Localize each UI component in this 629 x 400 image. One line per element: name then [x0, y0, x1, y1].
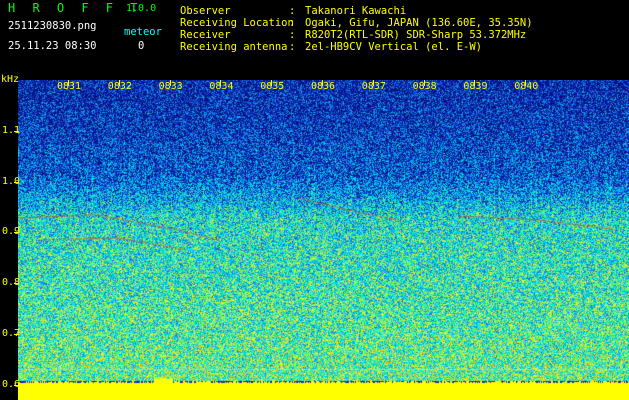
field-label-receiver: Receiver — [180, 29, 231, 41]
field-label-location: Receiving Location — [180, 17, 294, 29]
field-sep-antenna: : — [289, 41, 296, 53]
field-sep-observer: : — [289, 5, 296, 17]
x-tick-label: 0838 — [412, 81, 437, 92]
y-tick-mark — [14, 181, 19, 183]
x-tick-mark — [423, 80, 425, 86]
x-tick-mark — [68, 80, 69, 86]
y-tick-mark — [14, 232, 19, 234]
field-label-observer: Observer — [180, 5, 231, 17]
y-tick-mark — [14, 333, 19, 335]
x-tick-mark — [271, 80, 273, 86]
spectrogram-canvas — [18, 80, 629, 400]
x-tick-mark — [169, 80, 171, 86]
field-value-location: Ogaki, Gifu, JAPAN (136.60E, 35.35N) — [305, 17, 533, 29]
x-tick-label: 0836 — [311, 81, 336, 92]
header-panel: H R O F F T 1.0.0 2511230830.png meteor … — [0, 0, 629, 80]
x-tick-label: 0835 — [260, 81, 285, 92]
meteor-label: meteor — [124, 26, 162, 38]
app-title: H R O F F T — [8, 1, 143, 15]
field-value-observer: Takanori Kawachi — [305, 5, 407, 17]
app-version: 1.0.0 — [126, 3, 157, 14]
x-tick-label: 0833 — [158, 81, 183, 92]
x-tick-label: 0839 — [463, 81, 488, 92]
field-sep-location: : — [289, 17, 296, 29]
x-tick-mark — [525, 80, 527, 86]
x-tick-mark — [474, 80, 476, 86]
y-tick-mark — [14, 130, 19, 132]
filename: 2511230830.png — [8, 20, 97, 32]
x-tick-label: 0831 — [57, 81, 82, 92]
x-tick-mark — [118, 80, 120, 86]
x-tick-mark — [220, 80, 222, 86]
y-tick-mark — [14, 283, 19, 285]
x-tick-label: 0837 — [361, 81, 386, 92]
x-tick-mark — [372, 80, 374, 86]
field-value-receiver: R820T2(RTL-SDR) SDR-Sharp 53.372MHz — [305, 29, 527, 41]
field-sep-receiver: : — [289, 29, 296, 41]
x-tick-label: 0834 — [209, 81, 234, 92]
spectrogram-plot — [18, 80, 629, 400]
meteor-count: 0 — [138, 40, 145, 52]
field-label-antenna: Receiving antenna — [180, 41, 288, 53]
y-axis-unit: kHz — [1, 74, 20, 85]
x-tick-mark — [322, 80, 323, 86]
datetime: 25.11.23 08:30 — [8, 40, 97, 52]
field-value-antenna: 2el-HB9CV Vertical (el. E-W) — [305, 41, 483, 53]
x-tick-label: 0840 — [514, 81, 539, 92]
y-tick-mark — [14, 384, 19, 386]
x-tick-label: 0832 — [107, 81, 132, 92]
